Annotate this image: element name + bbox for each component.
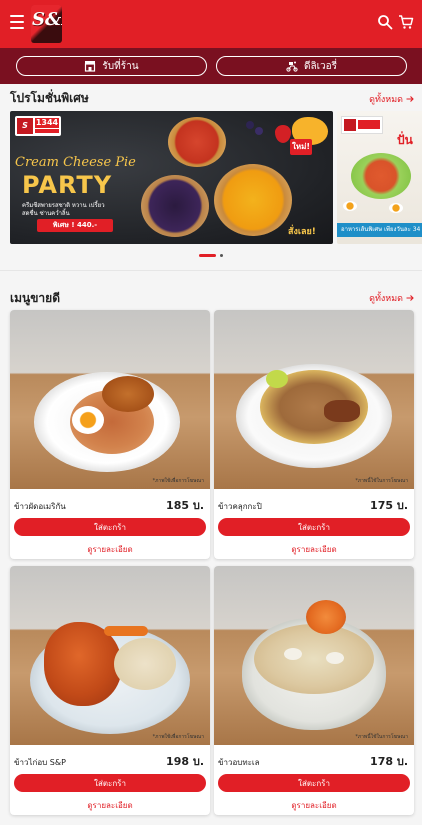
promotion-carousel[interactable]: S 1344 ใหม่! Cream Cheese Pie PARTY ครีม…: [10, 111, 422, 244]
add-to-cart-button[interactable]: ใส่ตะกร้า: [14, 518, 206, 536]
dish-photo[interactable]: *ภาพใช้เพื่อการโฆษณา: [10, 310, 210, 489]
promo-cta: สั่งเลย!: [288, 227, 316, 237]
photo-caption: *ภาพใช้เพื่อการโฆษณา: [152, 734, 204, 740]
carousel-indicator: [199, 254, 223, 257]
promotions-title: โปรโมชั่นพิเศษ: [10, 91, 89, 105]
see-all-label: ดูทั้งหมด: [369, 95, 403, 105]
dish-name: ข้าวอบทะเล: [218, 758, 260, 767]
menu-card[interactable]: *ภาพนี้ใช้ในการโฆษณา ข้าวคลุกกะปิ 175 บ.…: [214, 310, 414, 559]
promo-subheadline: PARTY: [22, 171, 113, 199]
promo-banner-cream-cheese-pie[interactable]: S 1344 ใหม่! Cream Cheese Pie PARTY ครีม…: [10, 111, 333, 244]
blueberry-pie-image: [141, 175, 209, 237]
promo-price-tag: พิเศษ ! 440.-: [37, 219, 113, 232]
dish-price: 198 บ.: [166, 755, 204, 768]
promo-2-headline: ปั่น: [397, 133, 413, 147]
brand-logo[interactable]: S&P: [31, 5, 62, 43]
section-divider: [0, 270, 422, 271]
dish-price: 185 บ.: [166, 499, 204, 512]
chili-dip-bowl-image: [351, 153, 411, 199]
store-icon: [85, 61, 96, 72]
promo-headline: Cream Cheese Pie: [15, 155, 136, 170]
promo-tagline: ครีมชีสพายรสชาติ หวาน เปรี้ยว สดชื่น ซ่า…: [22, 202, 105, 217]
dish-name: ข้าวผัดอเมริกัน: [14, 502, 66, 511]
menu-card[interactable]: *ภาพนี้ใช้ในการโฆษณา ข้าวอบทะเล 178 บ. ใ…: [214, 566, 414, 815]
view-details-link[interactable]: ดูรายละเอียด: [10, 543, 210, 556]
new-badge: ใหม่!: [290, 139, 312, 155]
order-mode-bar: รับที่ร้าน ดีลิเวอรี่: [0, 48, 422, 84]
pickup-label: รับที่ร้าน: [102, 60, 139, 72]
menu-card[interactable]: *ภาพใช้เพื่อการโฆษณา ข้าวผัดอเมริกัน 185…: [10, 310, 210, 559]
promo-banner-2[interactable]: ปั่น อาหารเส้นพิเศษ เพียงวันละ 34: [337, 111, 422, 244]
dish-photo[interactable]: *ภาพใช้เพื่อการโฆษณา: [10, 566, 210, 745]
view-details-link[interactable]: ดูรายละเอียด: [214, 543, 414, 556]
mango-pie-image: [214, 164, 292, 236]
sp-1344-logo: [341, 116, 383, 134]
blueberry-decoration: [246, 121, 254, 129]
egg-decoration: [389, 203, 403, 213]
egg-decoration: [343, 201, 357, 211]
strawberry-decoration: [275, 125, 291, 143]
add-to-cart-button[interactable]: ใส่ตะกร้า: [218, 518, 410, 536]
dish-name: ข้าวไก่อบ S&P: [14, 758, 66, 767]
sp-1344-logo: S 1344: [15, 116, 61, 136]
dish-price: 178 บ.: [370, 755, 408, 768]
dish-name: ข้าวคลุกกะปิ: [218, 502, 262, 511]
view-details-link[interactable]: ดูรายละเอียด: [214, 799, 414, 812]
dish-price: 175 บ.: [370, 499, 408, 512]
promotions-see-all-link[interactable]: ดูทั้งหมด: [369, 92, 414, 106]
view-details-link[interactable]: ดูรายละเอียด: [10, 799, 210, 812]
hotline-number: 1344: [35, 118, 59, 128]
search-icon[interactable]: [377, 14, 393, 30]
carousel-dot-active[interactable]: [199, 254, 216, 257]
strawberry-pie-image: [168, 117, 226, 167]
scooter-icon: [286, 61, 298, 72]
arrow-right-icon: [406, 295, 414, 301]
delivery-label: ดีลิเวอรี่: [303, 60, 338, 72]
hamburger-icon[interactable]: [10, 15, 24, 29]
add-to-cart-button[interactable]: ใส่ตะกร้า: [14, 774, 206, 792]
arrow-right-icon: [406, 96, 414, 102]
app-header: S&P: [0, 0, 422, 48]
bestsellers-see-all-link[interactable]: ดูทั้งหมด: [369, 291, 414, 305]
cart-icon[interactable]: [398, 14, 414, 30]
logo-text: S&P: [32, 9, 62, 30]
pickup-button[interactable]: รับที่ร้าน: [16, 56, 207, 76]
promo-2-strip: อาหารเส้นพิเศษ เพียงวันละ 34: [337, 223, 422, 237]
see-all-label: ดูทั้งหมด: [369, 294, 403, 304]
dish-photo[interactable]: *ภาพนี้ใช้ในการโฆษณา: [214, 566, 414, 745]
photo-caption: *ภาพนี้ใช้ในการโฆษณา: [355, 734, 408, 740]
photo-caption: *ภาพใช้เพื่อการโฆษณา: [152, 478, 204, 484]
photo-caption: *ภาพนี้ใช้ในการโฆษณา: [355, 478, 408, 484]
menu-card[interactable]: *ภาพใช้เพื่อการโฆษณา ข้าวไก่อบ S&P 198 บ…: [10, 566, 210, 815]
bestsellers-title: เมนูขายดี: [10, 291, 60, 305]
add-to-cart-button[interactable]: ใส่ตะกร้า: [218, 774, 410, 792]
carousel-dot[interactable]: [220, 254, 223, 257]
delivery-button[interactable]: ดีลิเวอรี่: [216, 56, 407, 76]
dish-photo[interactable]: *ภาพนี้ใช้ในการโฆษณา: [214, 310, 414, 489]
blueberry-decoration: [255, 127, 263, 135]
